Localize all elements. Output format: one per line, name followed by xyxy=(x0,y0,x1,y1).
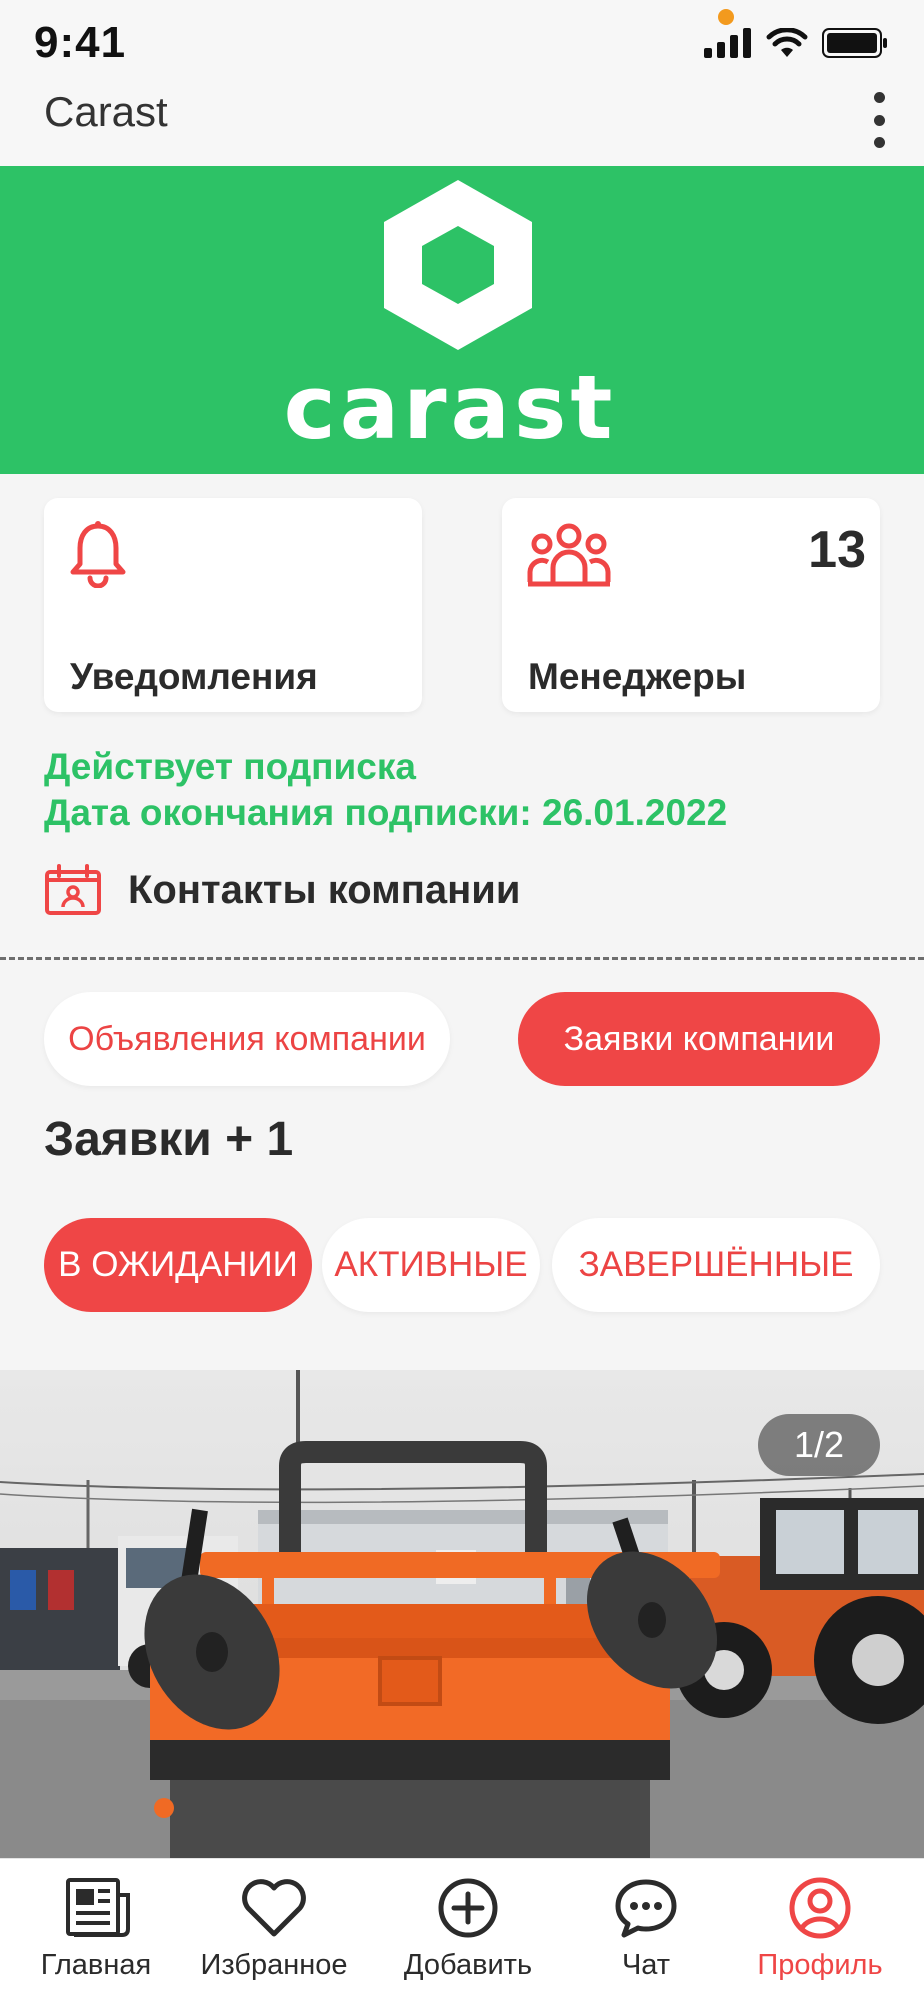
managers-count: 13 xyxy=(808,521,866,579)
nav-add-label: Добавить xyxy=(403,1949,533,1981)
bell-icon xyxy=(68,520,128,593)
tab-completed[interactable]: ЗАВЕРШЁННЫЕ xyxy=(552,1218,880,1312)
subscription-status: Действует подписка xyxy=(44,746,416,787)
photo-counter: 1/2 xyxy=(758,1414,880,1476)
contact-card-icon xyxy=(45,864,101,915)
company-orders-button[interactable]: Заявки компании xyxy=(518,992,880,1086)
status-bar: 9:41 xyxy=(0,0,924,80)
subscription-end-date: Дата окончания подписки: 26.01.2022 xyxy=(44,792,728,833)
nav-home[interactable]: Главная xyxy=(4,1859,188,2000)
more-options-icon[interactable] xyxy=(872,92,886,148)
company-contacts-link[interactable]: Контакты компании xyxy=(44,864,520,916)
signal-icon xyxy=(704,28,751,58)
carast-logo: carast xyxy=(284,180,617,459)
newspaper-icon xyxy=(60,1875,132,1941)
nav-chat-label: Чат xyxy=(621,1949,671,1981)
app-title: Carast xyxy=(44,88,168,135)
nav-home-label: Главная xyxy=(40,1949,152,1981)
screen: 9:41 Carast carast Уведомления 13 Менедж… xyxy=(0,0,924,2000)
privacy-indicator-dot xyxy=(718,9,734,25)
nav-favorites[interactable]: Избранное xyxy=(182,1859,366,2000)
nav-add[interactable]: Добавить xyxy=(376,1859,560,2000)
bottom-navigation: Главная Избранное Добавить Чат Профиль xyxy=(0,1858,924,2000)
managers-card[interactable]: 13 Менеджеры xyxy=(502,498,880,712)
section-title: Заявки + 1 xyxy=(44,1113,294,1166)
listing-photo-carousel[interactable]: 1/2 xyxy=(0,1370,924,1858)
nav-profile[interactable]: Профиль xyxy=(728,1859,912,2000)
company-ads-button[interactable]: Объявления компании xyxy=(44,992,450,1086)
tab-pending[interactable]: В ОЖИДАНИИ xyxy=(44,1218,312,1312)
users-icon xyxy=(526,520,612,595)
status-icons xyxy=(704,28,888,58)
battery-icon xyxy=(822,28,887,58)
nav-favorites-label: Избранное xyxy=(200,1949,348,1981)
tab-active[interactable]: АКТИВНЫЕ xyxy=(322,1218,540,1312)
nav-profile-label: Профиль xyxy=(757,1949,883,1981)
profile-icon xyxy=(788,1875,852,1941)
nav-chat[interactable]: Чат xyxy=(554,1859,738,2000)
heart-icon xyxy=(241,1875,307,1941)
dashed-divider xyxy=(0,957,924,960)
status-time: 9:41 xyxy=(34,18,127,67)
notifications-label: Уведомления xyxy=(70,656,318,697)
company-banner: carast xyxy=(0,166,924,474)
carast-wordmark: carast xyxy=(284,356,617,459)
managers-label: Менеджеры xyxy=(528,656,747,697)
notifications-card[interactable]: Уведомления xyxy=(44,498,422,712)
wifi-icon xyxy=(766,28,808,57)
company-contacts-label: Контакты компании xyxy=(128,867,521,912)
plus-circle-icon xyxy=(437,1875,499,1941)
chat-icon xyxy=(613,1875,679,1941)
app-bar: Carast xyxy=(0,80,924,166)
